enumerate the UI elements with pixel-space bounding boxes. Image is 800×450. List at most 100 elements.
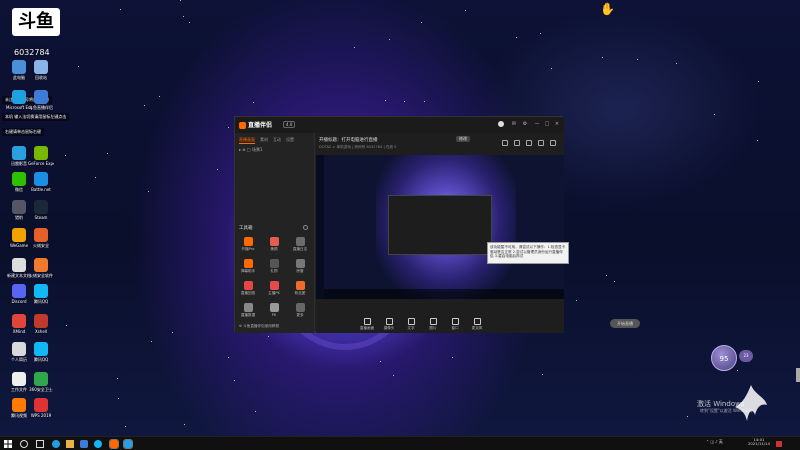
help-icon[interactable]: [303, 225, 308, 230]
windows-start-icon[interactable]: [4, 440, 12, 448]
fullscreen-icon[interactable]: [514, 140, 520, 146]
desktop-icon[interactable]: Steam: [28, 200, 54, 220]
toolbox-item[interactable]: 弹幕助手: [237, 259, 259, 274]
star: [714, 113, 716, 115]
tray-icons[interactable]: ⌃ ◫ ♪ 英: [706, 440, 723, 444]
share-icon[interactable]: [502, 140, 508, 146]
camera-control[interactable]: 摄像头: [378, 318, 400, 331]
desktop-icon-label: 火绒安全: [33, 243, 49, 248]
app-taskbar-icon[interactable]: [123, 439, 133, 449]
desktop-app-icon: [12, 398, 26, 412]
live-companion-window[interactable]: 直播伴侣 4.0 ✉ ⚙ — □ × 直播画面 素材 互动 设置 ▸ ⊕ □ 场…: [234, 116, 640, 333]
tab-settings[interactable]: 设置: [286, 137, 294, 144]
star: [539, 32, 541, 34]
scene-row[interactable]: ▸ ⊕ □ 场景1: [239, 147, 263, 153]
settings-icon[interactable]: ⚙: [522, 121, 528, 127]
desktop-icon[interactable]: 腾讯QQ: [28, 284, 54, 304]
chat-icon[interactable]: [538, 140, 544, 146]
desktop-icon[interactable]: 斗鱼直播伴侣: [28, 90, 54, 110]
star: [228, 127, 230, 129]
desktop-icon[interactable]: 360安全卫士: [28, 372, 54, 392]
record-icon[interactable]: [526, 140, 532, 146]
network-bubble[interactable]: 23: [739, 350, 753, 362]
star: [542, 373, 544, 375]
side-scroll-handle[interactable]: [796, 368, 800, 382]
image-icon: [429, 318, 437, 325]
tool-icon: [269, 237, 279, 246]
toolbox-item[interactable]: 直播回放: [237, 281, 259, 296]
desktop-app-icon: [12, 314, 26, 328]
toolbox-item[interactable]: 礼物: [263, 259, 285, 274]
text-control[interactable]: 文字: [400, 318, 422, 331]
tab-assets[interactable]: 素材: [260, 137, 268, 144]
star: [184, 423, 186, 425]
scene-control[interactable]: 直播画面: [356, 318, 378, 331]
search-icon[interactable]: [20, 440, 28, 448]
star: [602, 56, 604, 58]
toolbox-item[interactable]: 美颜: [263, 237, 285, 252]
control-label: 文字: [407, 326, 415, 330]
douyu-taskbar-icon[interactable]: [80, 440, 88, 448]
star: [125, 425, 127, 427]
desktop-icon[interactable]: WPS 2019: [28, 398, 54, 418]
tool-icon: [243, 237, 253, 246]
notification-icon[interactable]: [776, 441, 782, 447]
control-label: 麦克风: [471, 326, 483, 330]
toolbox-item[interactable]: 直播日志: [289, 237, 311, 252]
douyu-logo: 斗鱼: [12, 8, 60, 36]
live-preview[interactable]: [316, 155, 564, 299]
tool-label: 房管: [296, 269, 304, 273]
toolbox-item[interactable]: 房管: [289, 259, 311, 274]
tab-interaction[interactable]: 互动: [273, 137, 281, 144]
toolbox-item[interactable]: 开播Pro: [237, 237, 259, 252]
edit-title-button[interactable]: 修改: [456, 136, 470, 142]
desktop-icon[interactable]: 回收站: [28, 60, 54, 80]
desktop-app-icon: [12, 372, 26, 386]
close-button[interactable]: ×: [554, 121, 560, 127]
star: [144, 104, 146, 106]
toolbox-item[interactable]: 主播PK: [263, 281, 285, 296]
app-name: 直播伴侣: [248, 122, 273, 129]
go-live-button[interactable]: 开始直播: [610, 319, 640, 328]
control-label: 直播画面: [359, 326, 375, 330]
file-explorer-icon[interactable]: [66, 440, 74, 448]
tray-clock[interactable]: 14:01 2021/11/14: [748, 438, 770, 446]
task-view-icon[interactable]: [36, 440, 44, 448]
toolbox-item[interactable]: 直播数据: [237, 303, 259, 318]
desktop-app-icon: [34, 398, 48, 412]
star: [736, 369, 738, 371]
desktop-icon[interactable]: 腾讯QQ: [28, 342, 54, 362]
input-language[interactable]: 英: [719, 439, 723, 444]
desktop-icon[interactable]: Xshell: [28, 314, 54, 334]
qq-taskbar-icon[interactable]: [94, 440, 102, 448]
minimize-button[interactable]: —: [534, 121, 540, 127]
star: [159, 96, 161, 98]
window-control[interactable]: 窗口: [444, 318, 466, 331]
edge-taskbar-icon[interactable]: [52, 440, 60, 448]
performance-bubble[interactable]: 95: [711, 345, 737, 371]
image-control[interactable]: 图片: [422, 318, 444, 331]
title-bar[interactable]: 直播伴侣 4.0 ✉ ⚙ — □ ×: [235, 117, 564, 133]
control-label: 摄像头: [383, 326, 395, 330]
tutorial-link[interactable]: ⊕ 斗鱼直播伴侣使用教程: [239, 324, 279, 329]
desktop-icon-label: Xshell: [34, 329, 48, 334]
message-icon[interactable]: ✉: [511, 121, 517, 127]
toolbox-item[interactable]: 粉丝团: [289, 281, 311, 296]
desktop-icon[interactable]: Battle.net: [28, 172, 54, 192]
camera-icon: [385, 318, 393, 325]
more-icon[interactable]: [550, 140, 556, 146]
mic-control[interactable]: 麦克风: [466, 318, 488, 331]
user-avatar[interactable]: [498, 121, 504, 127]
desktop-icon[interactable]: 火绒安全软件: [28, 258, 54, 278]
desktop-icon[interactable]: GeForce Experience: [28, 146, 54, 166]
maximize-button[interactable]: □: [544, 121, 550, 127]
desktop-app-icon: [12, 342, 26, 356]
live-companion-taskbar-icon[interactable]: [109, 439, 119, 449]
tool-icon: [295, 259, 305, 268]
toolbox-item[interactable]: 更多: [289, 303, 311, 318]
tab-live-scene[interactable]: 直播画面: [239, 137, 255, 144]
toolbox-item[interactable]: PK: [263, 303, 285, 317]
star: [605, 275, 607, 277]
star: [151, 341, 153, 343]
desktop-icon[interactable]: 火绒安全: [28, 228, 54, 248]
